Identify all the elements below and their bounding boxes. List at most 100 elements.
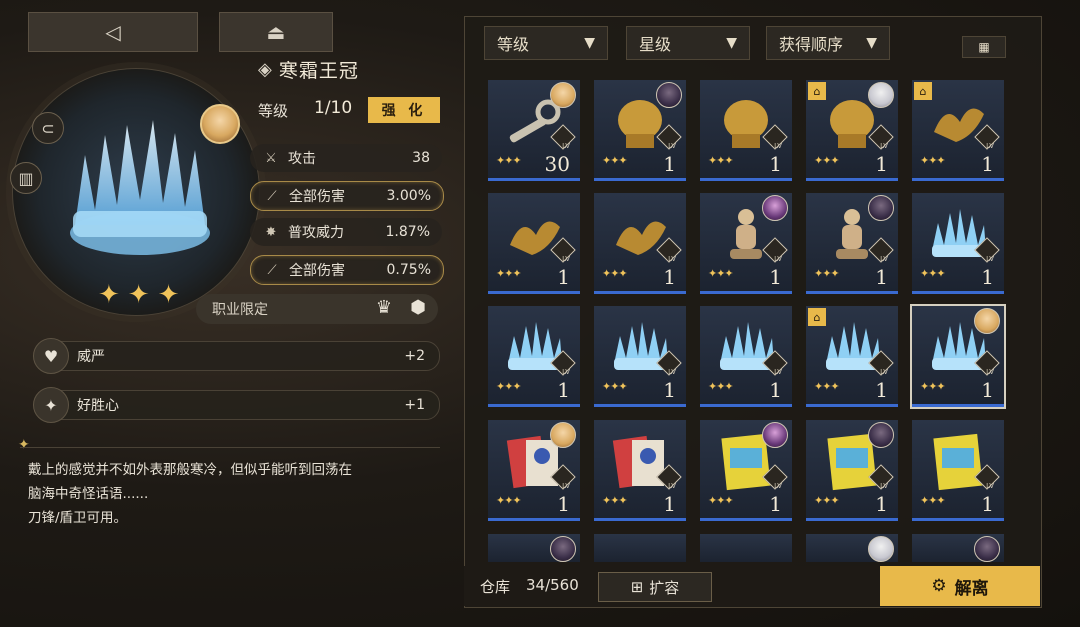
inventory-slot[interactable]: LV 1 ✦✦✦ — [700, 420, 792, 521]
dropdown-arrow-icon: ▼ — [866, 35, 877, 51]
blade-class-icon[interactable]: ♛ — [370, 297, 398, 321]
equipment-type-icon: ◈ — [258, 59, 273, 80]
guardian-class-icon[interactable]: ⬢ — [404, 297, 432, 321]
equipped-character-avatar[interactable] — [200, 104, 240, 144]
lock-icon: ⌂ — [914, 82, 932, 100]
inventory-slot[interactable]: LV 1 ✦✦✦ — [594, 306, 686, 407]
character-avatar — [974, 536, 1000, 562]
filter-level-dropdown[interactable]: 等级 ▼ — [484, 26, 608, 60]
lv-label: LV — [880, 482, 888, 490]
lv-label: LV — [668, 255, 676, 263]
item-level: 1 — [557, 378, 570, 402]
star-icon: ✦✦✦ — [708, 494, 734, 507]
star-icon: ✦✦✦ — [602, 494, 628, 507]
lv-label: LV — [668, 482, 676, 490]
character-avatar — [550, 82, 576, 108]
dismantle-button[interactable]: ⚙ 解离 — [880, 566, 1040, 606]
filter-star-dropdown[interactable]: 星级 ▼ — [626, 26, 750, 60]
star-icon: ✦✦✦ — [496, 267, 522, 280]
item-title: ◈ 寒霜王冠 — [258, 56, 359, 83]
inventory-slot[interactable]: LV 1 ✦✦✦ ⌂ — [806, 306, 898, 407]
item-level: 1 — [663, 265, 676, 289]
inventory-slot[interactable]: LV 1 ✦✦✦ — [594, 80, 686, 181]
lv-label: LV — [774, 255, 782, 263]
lv-label: LV — [986, 142, 994, 150]
lv-label: LV — [668, 142, 676, 150]
item-description: 戴上的感觉并不如外表那般寒冷，但似乎能听到回荡在 脑海中奇怪话语...... 刀… — [28, 458, 438, 530]
star-icon: ✦✦✦ — [602, 267, 628, 280]
stat-value: 0.75% — [386, 262, 431, 278]
item-level: 1 — [981, 265, 994, 289]
trait-value: +1 — [404, 397, 425, 413]
expand-icon: ⊞ — [630, 578, 644, 596]
item-level: 1 — [981, 152, 994, 176]
item-level: 1 — [875, 152, 888, 176]
inventory-slot[interactable]: LV 1 ✦✦✦ — [700, 80, 792, 181]
filter-label: 等级 — [497, 35, 530, 54]
inventory-slot[interactable]: LV 1 ✦✦✦ — [488, 306, 580, 407]
inventory-slot-partial[interactable] — [912, 534, 1004, 562]
inventory-slot[interactable]: LV 30 ✦✦✦ — [488, 80, 580, 181]
inventory-slot[interactable]: LV 1 ✦✦✦ — [700, 193, 792, 294]
inventory-slot[interactable]: LV 1 ✦✦✦ — [488, 193, 580, 294]
dismantle-label: 解离 — [954, 578, 989, 599]
item-name: 寒霜王冠 — [278, 60, 359, 82]
sparkle-arrow-icon: ✦ — [33, 387, 69, 423]
star-icon: ✦✦✦ — [920, 154, 946, 167]
inventory-slot[interactable]: LV 1 ✦✦✦ — [594, 193, 686, 294]
unlock-icon: ⊂ — [41, 118, 55, 138]
lv-label: LV — [668, 368, 676, 376]
back-button[interactable]: ◁ — [28, 12, 198, 52]
inventory-slot-partial[interactable] — [594, 534, 686, 562]
grid-icon: ▦ — [978, 40, 990, 54]
inventory-slot[interactable]: LV 1 ✦✦✦ ⌂ — [912, 80, 1004, 181]
item-level: 1 — [557, 265, 570, 289]
grid-view-button[interactable]: ▦ — [962, 36, 1006, 58]
description-line: 脑海中奇怪话语...... — [28, 486, 149, 502]
item-level: 1 — [769, 152, 782, 176]
item-level: 1 — [875, 492, 888, 516]
star-icon: ✦✦✦ — [708, 380, 734, 393]
lock-toggle-button[interactable]: ⊂ — [32, 112, 64, 144]
level-label: 等级 — [258, 102, 289, 120]
trait-value: +2 — [404, 348, 425, 364]
inventory-slot-partial[interactable] — [700, 534, 792, 562]
delete-button[interactable]: ▥ — [10, 162, 42, 194]
warehouse-capacity: 34/560 — [526, 576, 579, 594]
lock-icon: ⌂ — [808, 308, 826, 326]
inventory-slot[interactable]: LV 1 ✦✦✦ — [488, 420, 580, 521]
inventory-slot[interactable]: LV 1 ✦✦✦ — [912, 420, 1004, 521]
inventory-slot[interactable]: LV 1 ✦✦✦ — [806, 193, 898, 294]
lv-label: LV — [562, 482, 570, 490]
collapse-button[interactable]: ⏏ — [219, 12, 333, 52]
inventory-slot[interactable]: LV 1 ✦✦✦ — [594, 420, 686, 521]
lv-label: LV — [986, 255, 994, 263]
inventory-slot-partial[interactable] — [806, 534, 898, 562]
expand-button[interactable]: ⊞ 扩容 — [598, 572, 712, 602]
inventory-slot[interactable]: LV 1 ✦✦✦ — [912, 193, 1004, 294]
lv-label: LV — [562, 255, 570, 263]
character-avatar — [762, 195, 788, 221]
inventory-slot[interactable]: LV 1 ✦✦✦ — [910, 304, 1006, 409]
stat-value: 1.87% — [385, 224, 430, 240]
divider — [20, 447, 440, 448]
inventory-slot[interactable]: LV 1 ✦✦✦ ⌂ — [806, 80, 898, 181]
warehouse-label: 仓库 — [480, 578, 511, 596]
back-icon: ◁ — [105, 20, 121, 44]
star-icon: ✦✦✦ — [814, 494, 840, 507]
character-avatar — [550, 422, 576, 448]
item-level: 1 — [981, 378, 994, 402]
stat-row: ⚔ 攻击 38 — [250, 144, 442, 172]
inventory-slot-partial[interactable] — [488, 534, 580, 562]
enhance-button[interactable]: 强 化 — [368, 97, 440, 123]
inventory-slot[interactable]: LV 1 ✦✦✦ — [700, 306, 792, 407]
stat-row: ✸ 普攻威力 1.87% — [250, 218, 442, 246]
item-level: 1 — [981, 492, 994, 516]
class-restriction-label: 职业限定 — [212, 302, 268, 318]
star-icon: ✦✦✦ — [814, 154, 840, 167]
trait-row[interactable]: ✦ 好胜心 +1 — [33, 387, 440, 423]
inventory-slot[interactable]: LV 1 ✦✦✦ — [806, 420, 898, 521]
trait-row[interactable]: ♥ 威严 +2 — [33, 338, 440, 374]
star-icon: ✦ — [157, 280, 180, 310]
filter-order-dropdown[interactable]: 获得顺序 ▼ — [766, 26, 890, 60]
